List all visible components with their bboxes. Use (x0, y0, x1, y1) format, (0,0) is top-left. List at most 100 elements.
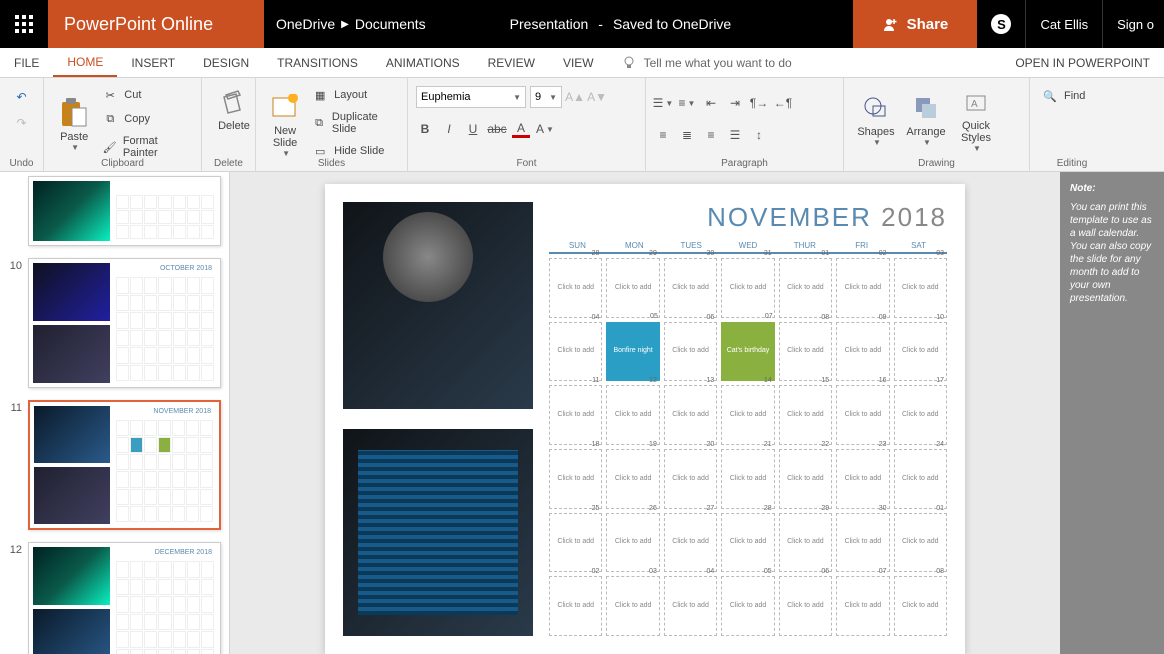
calendar-cell[interactable]: 30Click to add (664, 258, 717, 318)
calendar-cell[interactable]: 29Click to add (606, 258, 659, 318)
tab-transitions[interactable]: TRANSITIONS (263, 48, 372, 77)
line-spacing-button[interactable]: ↕ (750, 126, 768, 144)
tab-file[interactable]: FILE (0, 48, 53, 77)
tab-home[interactable]: HOME (53, 48, 117, 77)
find-button[interactable]: 🔍Find (1038, 82, 1106, 107)
italic-button[interactable]: I (440, 120, 458, 138)
copy-button[interactable]: ⧉Copy (98, 108, 193, 130)
indent-button[interactable]: ⇥ (726, 94, 744, 112)
calendar-cell[interactable]: 05Click to add (721, 576, 774, 636)
tab-design[interactable]: DESIGN (189, 48, 263, 77)
justify-button[interactable]: ☰ (726, 126, 744, 144)
numbering-button[interactable]: ≡▼ (678, 94, 696, 112)
layout-button[interactable]: ▦Layout (308, 84, 399, 106)
calendar-cell[interactable]: 31Click to add (721, 258, 774, 318)
font-name-combo[interactable]: Euphemia▼ (416, 86, 526, 108)
calendar-cell[interactable]: 24Click to add (894, 449, 947, 509)
calendar-cell[interactable]: 19Click to add (606, 449, 659, 509)
calendar-cell[interactable]: 11Click to add (549, 385, 602, 445)
highlight-button[interactable]: A▼ (536, 120, 554, 138)
cut-button[interactable]: ✂Cut (98, 84, 193, 106)
share-button[interactable]: Share (853, 0, 977, 48)
calendar-cell[interactable]: 14Click to add (721, 385, 774, 445)
calendar-cell[interactable]: 01Click to add (779, 258, 832, 318)
undo-button[interactable]: ↶ (13, 88, 31, 106)
slide-thumbnails-panel[interactable]: 10 OCTOBER 2018 11 NOVEMBER 2018 12 DECE… (0, 172, 230, 654)
slide-canvas[interactable]: NOVEMBER 2018 SUNMONTUESWEDTHURFRISAT 28… (325, 184, 965, 654)
open-in-powerpoint[interactable]: OPEN IN POWERPOINT (1001, 48, 1164, 77)
grow-font-button[interactable]: A▲ (566, 88, 584, 106)
font-color-button[interactable]: A (512, 120, 530, 138)
tab-view[interactable]: VIEW (549, 48, 608, 77)
calendar-cell[interactable]: 06Click to add (664, 322, 717, 382)
calendar-cell[interactable]: 21Click to add (721, 449, 774, 509)
outdent-button[interactable]: ⇤ (702, 94, 720, 112)
calendar-cell[interactable]: 09Click to add (836, 322, 889, 382)
strike-button[interactable]: abc (488, 120, 506, 138)
align-left-button[interactable]: ≡ (654, 126, 672, 144)
calendar-cell[interactable]: 12Click to add (606, 385, 659, 445)
calendar-cell[interactable]: 25Click to add (549, 513, 602, 573)
sign-in-out[interactable]: Sign o (1102, 0, 1164, 48)
slide-thumb-9[interactable] (28, 176, 221, 246)
calendar-cell[interactable]: 28Click to add (549, 258, 602, 318)
calendar-cell[interactable]: 07Click to add (836, 576, 889, 636)
slide-image-bottom[interactable] (343, 429, 533, 636)
calendar-cell[interactable]: 18Click to add (549, 449, 602, 509)
slide-image-top[interactable] (343, 202, 533, 409)
shrink-font-button[interactable]: A▼ (588, 88, 606, 106)
paste-button[interactable]: Paste ▼ (52, 82, 96, 162)
calendar-cell[interactable]: 01Click to add (894, 513, 947, 573)
calendar-cell[interactable]: 03Click to add (606, 576, 659, 636)
breadcrumb[interactable]: OneDrive ▶ Documents (264, 0, 438, 48)
user-name[interactable]: Cat Ellis (1025, 0, 1102, 48)
redo-button[interactable]: ↷ (13, 114, 31, 132)
font-size-combo[interactable]: 9▼ (530, 86, 562, 108)
calendar-cell[interactable]: 03Click to add (894, 258, 947, 318)
skype-button[interactable]: S (977, 0, 1025, 48)
slide-thumb-11-selected[interactable]: NOVEMBER 2018 (28, 400, 221, 530)
calendar-cell[interactable]: 13Click to add (664, 385, 717, 445)
duplicate-slide-button[interactable]: ⧉Duplicate Slide (308, 108, 399, 138)
align-right-button[interactable]: ≡ (702, 126, 720, 144)
calendar-cell[interactable]: 29Click to add (779, 513, 832, 573)
calendar-cell[interactable]: 23Click to add (836, 449, 889, 509)
rtl-button[interactable]: ←¶ (774, 94, 792, 112)
breadcrumb-documents[interactable]: Documents (355, 16, 426, 32)
calendar-cell[interactable]: 27Click to add (664, 513, 717, 573)
slide-thumb-12[interactable]: DECEMBER 2018 (28, 542, 221, 654)
tab-review[interactable]: REVIEW (474, 48, 549, 77)
calendar-cell[interactable]: 10Click to add (894, 322, 947, 382)
calendar-cell[interactable]: 28Click to add (721, 513, 774, 573)
calendar-cell[interactable]: 30Click to add (836, 513, 889, 573)
calendar-title[interactable]: NOVEMBER 2018 (549, 202, 947, 233)
quick-styles-button[interactable]: AQuick Styles▼ (952, 82, 1000, 153)
tell-me-search[interactable]: Tell me what you want to do (608, 48, 806, 77)
slide-canvas-area[interactable]: NOVEMBER 2018 SUNMONTUESWEDTHURFRISAT 28… (230, 172, 1060, 654)
calendar-cell[interactable]: 17Click to add (894, 385, 947, 445)
calendar-cell[interactable]: 16Click to add (836, 385, 889, 445)
align-center-button[interactable]: ≣ (678, 126, 696, 144)
calendar-cell[interactable]: 06Click to add (779, 576, 832, 636)
calendar-cell[interactable]: 02Click to add (549, 576, 602, 636)
breadcrumb-onedrive[interactable]: OneDrive (276, 16, 335, 32)
calendar-cell[interactable]: 22Click to add (779, 449, 832, 509)
new-slide-button[interactable]: New Slide ▼ (264, 82, 306, 162)
ltr-button[interactable]: ¶→ (750, 94, 768, 112)
calendar-cell[interactable]: 02Click to add (836, 258, 889, 318)
shapes-button[interactable]: Shapes▼ (852, 82, 900, 153)
calendar-cell[interactable]: 08Click to add (779, 322, 832, 382)
tab-animations[interactable]: ANIMATIONS (372, 48, 474, 77)
calendar-cell[interactable]: 04Click to add (549, 322, 602, 382)
app-launcher-icon[interactable] (0, 0, 48, 48)
underline-button[interactable]: U (464, 120, 482, 138)
slide-thumb-10[interactable]: OCTOBER 2018 (28, 258, 221, 388)
bold-button[interactable]: B (416, 120, 434, 138)
calendar-cell[interactable]: 05Bonfire night (606, 322, 659, 382)
tab-insert[interactable]: INSERT (117, 48, 189, 77)
calendar-cell[interactable]: 04Click to add (664, 576, 717, 636)
calendar-cell[interactable]: 15Click to add (779, 385, 832, 445)
calendar-cell[interactable]: 26Click to add (606, 513, 659, 573)
delete-button[interactable]: Delete (210, 82, 258, 132)
calendar-cell[interactable]: 20Click to add (664, 449, 717, 509)
